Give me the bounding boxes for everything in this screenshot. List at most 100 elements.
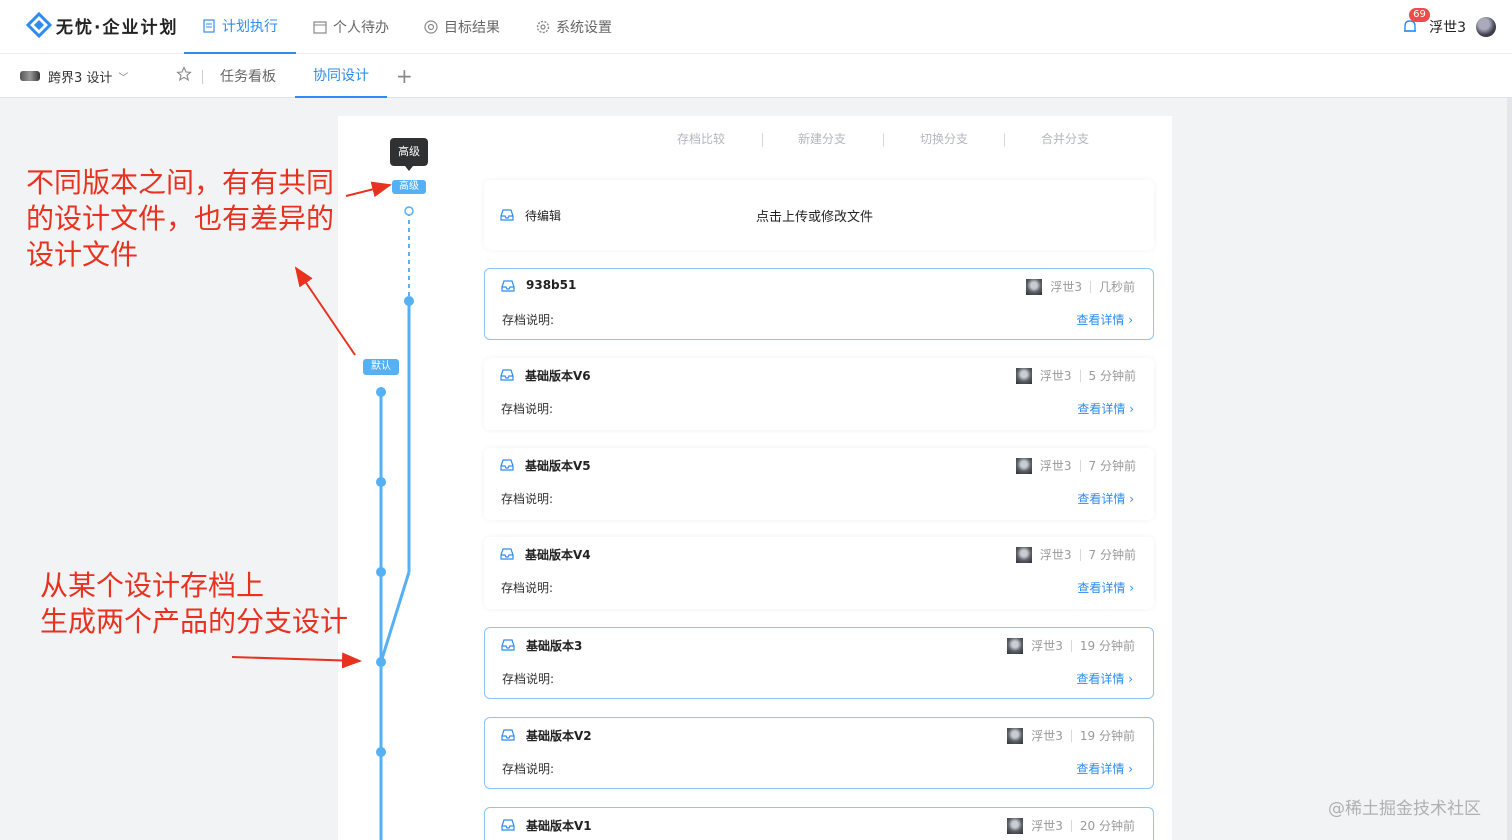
archive-desc-label: 存档说明:: [501, 492, 554, 506]
document-icon: [203, 19, 215, 33]
archive-desc-label: 存档说明:: [502, 762, 555, 776]
archive-card[interactable]: 基础版本V5 浮世3 7 分钟前 存档说明: 查看详情 ›: [484, 448, 1154, 520]
new-branch-button[interactable]: 新建分支: [798, 130, 846, 147]
branch-fork-line: [379, 571, 411, 663]
user-name[interactable]: 浮世3: [1429, 17, 1466, 37]
project-name: 跨界3 设计: [48, 70, 113, 86]
archive-card[interactable]: 基础版本V2 浮世3 19 分钟前 存档说明: 查看详情 ›: [484, 717, 1154, 789]
watermark: @稀土掘金技术社区: [1328, 799, 1481, 819]
project-icon: [20, 71, 40, 81]
card-meta: 浮世3 19 分钟前: [1007, 727, 1135, 744]
card-user: 浮世3: [1050, 280, 1082, 294]
inbox-icon: [501, 819, 515, 831]
inbox-icon: [500, 459, 514, 471]
switch-branch-button[interactable]: 切换分支: [920, 130, 968, 147]
card-title: 基础版本V2: [526, 729, 592, 743]
avatar: [1007, 727, 1024, 744]
card-time: 19 分钟前: [1079, 639, 1135, 653]
archive-desc-label: 存档说明:: [501, 402, 554, 416]
view-details-link[interactable]: 查看详情 ›: [1077, 490, 1134, 507]
timeline-node: [376, 387, 386, 397]
add-tab-icon[interactable]: +: [396, 64, 413, 88]
advanced-branch-tag[interactable]: 高级: [392, 180, 426, 194]
view-details-link[interactable]: 查看详情 ›: [1076, 670, 1133, 687]
inbox-icon: [500, 548, 514, 560]
annotation-line: 生成两个产品的分支设计: [40, 605, 349, 638]
project-selector[interactable]: 跨界3 设计 ﹀: [20, 54, 128, 98]
nav-label: 目标结果: [444, 20, 500, 36]
inbox-icon: [500, 209, 514, 221]
avatar: [1015, 546, 1032, 563]
archive-desc-label: 存档说明:: [502, 313, 555, 327]
archive-desc-label: 存档说明:: [502, 672, 555, 686]
card-title: 基础版本V4: [525, 548, 591, 562]
divider: [1004, 133, 1005, 147]
divider: [1079, 369, 1081, 382]
avatar[interactable]: [1476, 17, 1496, 37]
nav-label: 个人待办: [333, 20, 389, 36]
timeline-node: [376, 477, 386, 487]
divider: [1070, 729, 1072, 742]
annotation-line: 不同版本之间，有有共同: [26, 166, 335, 199]
brand[interactable]: 无忧·企业计划: [26, 12, 178, 38]
upload-file-link[interactable]: 点击上传或修改文件: [756, 206, 873, 225]
card-user: 浮世3: [1031, 639, 1063, 653]
card-user: 浮世3: [1039, 459, 1072, 473]
calendar-icon: [313, 21, 327, 34]
archive-card[interactable]: 938b51 浮世3 几秒前 存档说明: 查看详情 ›: [484, 268, 1154, 340]
archive-card[interactable]: 基础版本V6 浮世3 5 分钟前 存档说明: 查看详情 ›: [484, 358, 1154, 430]
divider: [762, 133, 763, 147]
archive-card[interactable]: 基础版本V4 浮世3 7 分钟前 存档说明: 查看详情 ›: [484, 537, 1154, 609]
star-icon[interactable]: [176, 66, 192, 82]
view-details-link[interactable]: 查看详情 ›: [1076, 311, 1133, 328]
timeline-node: [376, 747, 386, 757]
timeline-node: [404, 296, 414, 306]
avatar: [1007, 637, 1024, 654]
archive-card[interactable]: 基础版本V1 浮世3 20 分钟前: [484, 807, 1154, 840]
card-user: 浮世3: [1031, 819, 1063, 833]
divider: [1070, 639, 1072, 652]
archive-card[interactable]: 基础版本3 浮世3 19 分钟前 存档说明: 查看详情 ›: [484, 627, 1154, 699]
pending-edit-card[interactable]: 待编辑 点击上传或修改文件: [484, 180, 1154, 250]
view-details-link[interactable]: 查看详情 ›: [1077, 579, 1134, 596]
tab-collab-design[interactable]: 协同设计: [295, 54, 387, 98]
branch-timeline: 高级 高级 默认: [338, 116, 478, 840]
annotation-common-files: 不同版本之间，有有共同 的设计文件，也有差异的 设计文件: [26, 165, 334, 273]
scrollbar[interactable]: [1507, 98, 1512, 840]
compare-archive-button[interactable]: 存档比较: [677, 130, 725, 147]
card-time: 7 分钟前: [1088, 548, 1136, 562]
avatar: [1007, 817, 1024, 834]
timeline-node: [376, 657, 386, 667]
card-title: 基础版本3: [526, 639, 583, 653]
card-user: 浮世3: [1031, 729, 1063, 743]
card-time: 20 分钟前: [1079, 819, 1135, 833]
card-meta: 浮世3 19 分钟前: [1007, 637, 1135, 654]
inbox-icon: [501, 639, 515, 651]
notification-badge: 69: [1409, 8, 1430, 22]
card-meta: 浮世3 20 分钟前: [1007, 817, 1135, 834]
divider: [202, 70, 203, 84]
card-time: 5 分钟前: [1088, 369, 1136, 383]
nav-label: 计划执行: [222, 19, 278, 35]
view-details-link[interactable]: 查看详情 ›: [1076, 760, 1133, 777]
card-title: 基础版本V1: [526, 819, 592, 833]
card-meta: 浮世3 7 分钟前: [1015, 546, 1136, 563]
nav-plan-execution[interactable]: 计划执行: [184, 0, 296, 54]
nav-system-settings[interactable]: 系统设置: [536, 0, 612, 54]
view-details-link[interactable]: 查看详情 ›: [1077, 400, 1134, 417]
nav-goal-results[interactable]: 目标结果: [424, 0, 500, 54]
default-branch-tag[interactable]: 默认: [363, 359, 399, 375]
card-meta: 浮世3 几秒前: [1026, 278, 1135, 295]
avatar: [1015, 367, 1032, 384]
nav-personal-todo[interactable]: 个人待办: [313, 0, 389, 54]
target-icon: [424, 20, 438, 34]
tab-task-board[interactable]: 任务看板: [220, 54, 276, 98]
card-meta: 浮世3 7 分钟前: [1015, 457, 1136, 474]
brand-name: 无忧·企业计划: [56, 17, 179, 38]
avatar: [1026, 278, 1043, 295]
merge-branch-button[interactable]: 合并分支: [1041, 130, 1089, 147]
gear-icon: [536, 20, 550, 34]
notification-bell[interactable]: 69: [1401, 8, 1430, 36]
inbox-icon: [501, 729, 515, 741]
divider: [1079, 548, 1081, 561]
